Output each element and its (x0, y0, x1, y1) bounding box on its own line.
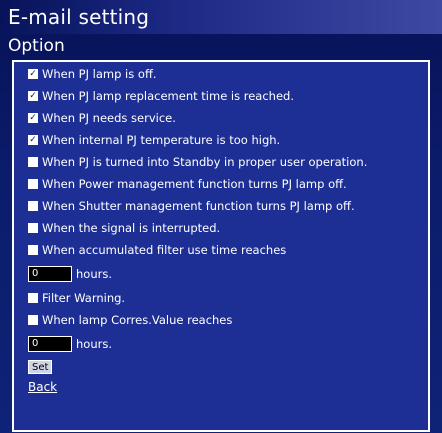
option-filter-time[interactable]: When accumulated filter use time reaches (28, 240, 438, 260)
checkbox-unchecked-icon[interactable] (28, 245, 38, 255)
option-label: When accumulated filter use time reaches (42, 243, 287, 257)
checkbox-unchecked-icon[interactable] (28, 223, 38, 233)
hours-label: hours. (76, 267, 112, 281)
checkbox-unchecked-icon[interactable] (28, 201, 38, 211)
filter-hours-input[interactable]: 0 (28, 266, 72, 282)
section-title: Option (8, 36, 65, 56)
checkbox-unchecked-icon[interactable] (28, 293, 38, 303)
option-label: When PJ lamp is off. (42, 67, 157, 81)
checkbox-checked-icon[interactable] (28, 69, 38, 79)
option-label: When PJ lamp replacement time is reached… (42, 89, 295, 103)
filter-hours-row: 0 hours. (28, 264, 112, 284)
hours-label: hours. (76, 337, 112, 351)
option-needs-service[interactable]: When PJ needs service. (28, 108, 438, 128)
checkbox-unchecked-icon[interactable] (28, 315, 38, 325)
option-label: When lamp Corres.Value reaches (42, 313, 233, 327)
checkbox-checked-icon[interactable] (28, 91, 38, 101)
lamp-hours-input[interactable]: 0 (28, 336, 72, 352)
back-link[interactable]: Back (28, 380, 57, 394)
option-signal-interrupted[interactable]: When the signal is interrupted. (28, 218, 438, 238)
checkbox-unchecked-icon[interactable] (28, 157, 38, 167)
option-power-management[interactable]: When Power management function turns PJ … (28, 174, 438, 194)
page-title: E-mail setting (8, 5, 150, 29)
option-label: When PJ needs service. (42, 111, 176, 125)
option-lamp-off[interactable]: When PJ lamp is off. (28, 64, 438, 84)
option-lamp-corres-value[interactable]: When lamp Corres.Value reaches (28, 310, 438, 330)
option-label: When PJ is turned into Standby in proper… (42, 155, 368, 169)
option-label: When the signal is interrupted. (42, 221, 221, 235)
checkbox-unchecked-icon[interactable] (28, 179, 38, 189)
checkbox-checked-icon[interactable] (28, 113, 38, 123)
option-label: When internal PJ temperature is too high… (42, 133, 281, 147)
app-window: E-mail setting Option When PJ lamp is of… (0, 0, 442, 433)
option-standby[interactable]: When PJ is turned into Standby in proper… (28, 152, 438, 172)
option-label: Filter Warning. (42, 291, 126, 305)
option-shutter-management[interactable]: When Shutter management function turns P… (28, 196, 438, 216)
option-label: When Power management function turns PJ … (42, 177, 347, 191)
option-label: When Shutter management function turns P… (42, 199, 355, 213)
option-lamp-replacement[interactable]: When PJ lamp replacement time is reached… (28, 86, 438, 106)
options-panel: When PJ lamp is off. When PJ lamp replac… (12, 60, 430, 432)
set-button[interactable]: Set (28, 360, 53, 374)
checkbox-checked-icon[interactable] (28, 135, 38, 145)
lamp-hours-row: 0 hours. (28, 334, 112, 354)
option-temperature-high[interactable]: When internal PJ temperature is too high… (28, 130, 438, 150)
option-filter-warning[interactable]: Filter Warning. (28, 288, 438, 308)
